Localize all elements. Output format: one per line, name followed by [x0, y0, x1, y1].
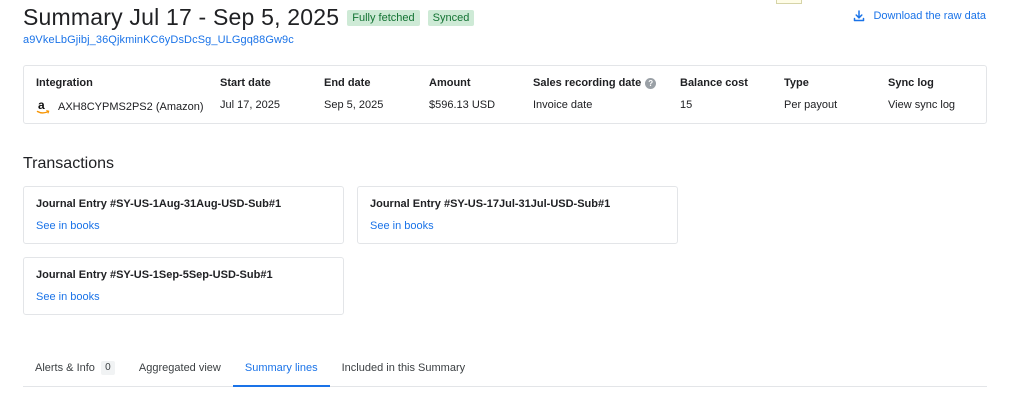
- amount-value: $596.13 USD: [429, 99, 496, 111]
- tab-summary-lines-label: Summary lines: [244, 362, 318, 374]
- see-in-books-link[interactable]: See in books: [36, 220, 100, 232]
- see-in-books-link[interactable]: See in books: [36, 291, 100, 303]
- page-title: Summary Jul 17 - Sep 5, 2025: [23, 4, 340, 30]
- integration-header: Integration: [36, 77, 93, 89]
- tab-aggregated-view[interactable]: Aggregated view: [127, 350, 233, 386]
- journal-entry-card: Journal Entry #SY-US-1Aug-31Aug-USD-Sub#…: [23, 186, 344, 244]
- integration-value: a AXH8CYPMS2PS2 (Amazon): [36, 98, 204, 115]
- summary-header: Summary Jul 17 - Sep 5, 2025 Fully fetch…: [23, 4, 993, 46]
- svg-text:a: a: [38, 99, 45, 112]
- start-date-value: Jul 17, 2025: [220, 99, 280, 111]
- view-sync-log-link[interactable]: View sync log: [888, 99, 955, 111]
- balance-cost-header: Balance cost: [680, 77, 748, 89]
- summary-tabs: Alerts & Info 0 Aggregated view Summary …: [23, 350, 987, 387]
- journal-entry-card: Journal Entry #SY-US-1Sep-5Sep-USD-Sub#1…: [23, 257, 344, 315]
- journal-entry-title: Journal Entry #SY-US-17Jul-31Jul-USD-Sub…: [370, 198, 611, 210]
- transactions-title: Transactions: [23, 155, 114, 172]
- status-badge-fetched: Fully fetched: [347, 9, 420, 26]
- type-header: Type: [784, 77, 809, 89]
- sales-recording-date-header: Sales recording date ?: [533, 77, 657, 89]
- end-date-value: Sep 5, 2025: [324, 99, 384, 111]
- status-badge-synced: Synced: [427, 9, 475, 26]
- amount-header: Amount: [429, 77, 471, 89]
- download-raw-data-button[interactable]: Download the raw data: [853, 10, 986, 22]
- amazon-logo: a: [36, 98, 50, 115]
- sync-log-header: Sync log: [888, 77, 934, 89]
- type-value: Per payout: [784, 99, 838, 111]
- integration-name: AXH8CYPMS2PS2 (Amazon): [58, 101, 204, 113]
- alerts-count-badge: 0: [100, 361, 115, 375]
- journal-entry-title: Journal Entry #SY-US-1Aug-31Aug-USD-Sub#…: [36, 198, 282, 210]
- tab-summary-lines[interactable]: Summary lines: [232, 350, 330, 387]
- summary-id-link[interactable]: a9VkeLbGjibj_36QjkminKC6yDsDcSg_ULGgq88G…: [23, 34, 993, 46]
- journal-entry-title: Journal Entry #SY-US-1Sep-5Sep-USD-Sub#1: [36, 269, 273, 281]
- tab-alerts-info[interactable]: Alerts & Info 0: [23, 350, 127, 386]
- tab-aggregated-view-label: Aggregated view: [138, 362, 221, 374]
- tab-alerts-info-label: Alerts & Info: [35, 362, 95, 374]
- help-icon[interactable]: ?: [645, 77, 657, 89]
- sales-recording-date-label: Sales recording date: [533, 77, 642, 89]
- download-icon: [854, 10, 865, 22]
- see-in-books-link[interactable]: See in books: [370, 220, 434, 232]
- sales-recording-date-value: Invoice date: [533, 99, 593, 111]
- tab-included-in-summary-label: Included in this Summary: [341, 362, 466, 374]
- start-date-header: Start date: [220, 77, 271, 89]
- balance-cost-value: 15: [680, 99, 693, 111]
- download-label: Download the raw data: [873, 10, 986, 22]
- end-date-header: End date: [324, 77, 371, 89]
- journal-entry-card: Journal Entry #SY-US-17Jul-31Jul-USD-Sub…: [357, 186, 678, 244]
- tab-included-in-summary[interactable]: Included in this Summary: [330, 350, 478, 386]
- summary-info-card: Integration Start date End date Amount S…: [23, 65, 987, 124]
